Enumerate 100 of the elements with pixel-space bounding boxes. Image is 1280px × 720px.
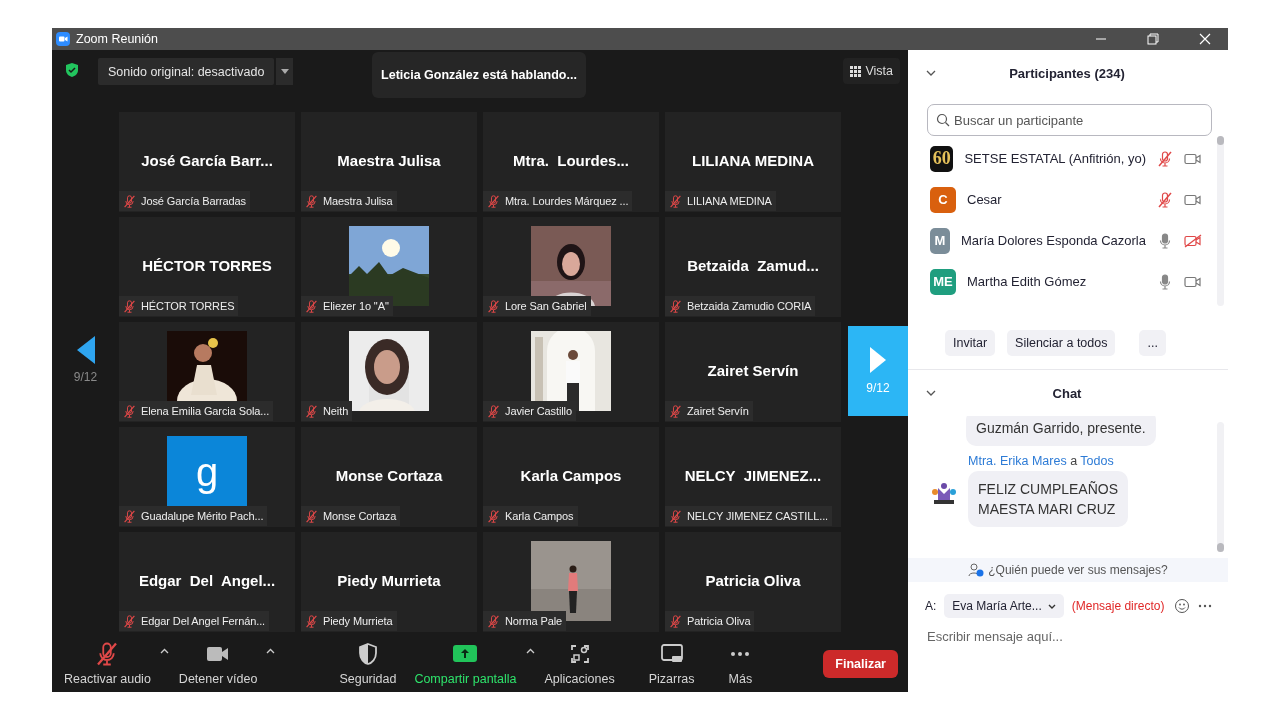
window-title: Zoom Reunión: [76, 32, 159, 46]
view-button[interactable]: Vista: [843, 58, 900, 84]
chat-message: Guzmán Garrido, presente.: [966, 416, 1156, 446]
video-tile[interactable]: Edgar Del Angel... Edgar Del Angel Fernán...: [119, 532, 295, 632]
video-tile[interactable]: Eliezer 1o "A": [301, 217, 477, 317]
video-camera-icon: [1184, 274, 1202, 289]
muted-mic-icon: [123, 299, 136, 313]
participant-label: Monse Cortaza: [323, 510, 397, 522]
muted-mic-icon: [1157, 191, 1173, 208]
video-tile[interactable]: Monse Cortaza Monse Cortaza: [301, 427, 477, 527]
participant-name: Mtra. Lourdes...: [513, 152, 629, 169]
participant-name: Edgar Del Angel...: [138, 572, 276, 589]
video-tile[interactable]: LILIANA MEDINA LILIANA MEDINA: [665, 112, 841, 212]
muted-mic-icon: [305, 614, 318, 628]
search-icon: [936, 113, 950, 127]
video-tile[interactable]: Piedy Murrieta Piedy Murrieta: [301, 532, 477, 632]
video-tile[interactable]: Mtra. Lourdes... Mtra. Lourdes Márquez ...: [483, 112, 659, 212]
participant-row[interactable]: M María Dolores Esponda Cazorla: [930, 220, 1228, 261]
participant-label: Guadalupe Mérito Pach...: [141, 510, 264, 522]
participant-name: SETSE ESTATAL (Anfitrión, yo): [964, 151, 1146, 166]
collapse-chevron-icon[interactable]: [926, 390, 936, 396]
emoji-icon[interactable]: [1174, 598, 1190, 614]
dropdown-button[interactable]: [276, 58, 294, 85]
participant-row[interactable]: ME Martha Edith Gómez: [930, 261, 1228, 302]
panel-button[interactable]: Invitar: [945, 329, 996, 356]
toolbar-button[interactable]: Pizarras: [642, 642, 701, 686]
close-icon[interactable]: [1199, 33, 1211, 45]
caret-icon[interactable]: [266, 648, 276, 654]
avatar: C: [930, 186, 956, 213]
toolbar-button[interactable]: Más: [722, 642, 759, 686]
participant-label: LILIANA MEDINA: [687, 195, 772, 207]
people-icon: [968, 563, 985, 577]
panel-button[interactable]: ...: [1139, 329, 1166, 356]
muted-mic-icon: [305, 404, 318, 418]
participant-label: Piedy Murrieta: [323, 615, 393, 627]
panel-button[interactable]: Silenciar a todos: [1007, 329, 1116, 356]
video-tile[interactable]: José García Barr... José García Barradas: [119, 112, 295, 212]
avatar: ME: [930, 268, 956, 295]
privacy-notice[interactable]: ¿Quién puede ver sus mensajes?: [908, 558, 1228, 582]
previous-page-icon[interactable]: [76, 336, 95, 364]
video-tile[interactable]: Norma Pale: [483, 532, 659, 632]
participant-label: Lore San Gabriel: [505, 300, 587, 312]
participant-name: Betzaida Zamud...: [687, 257, 819, 274]
caret-icon[interactable]: [159, 648, 169, 654]
muted-mic-icon: [669, 404, 682, 418]
participant-label: NELCY JIMENEZ CASTILL...: [687, 510, 829, 522]
video-tile[interactable]: Lore San Gabriel: [483, 217, 659, 317]
muted-mic-icon: [305, 509, 318, 523]
video-tile[interactable]: Zairet Servín Zairet Servín: [665, 322, 841, 422]
avatar: 60: [930, 145, 954, 172]
restore-icon[interactable]: [1147, 33, 1159, 45]
panel-title: Chat: [1051, 385, 1083, 401]
participant-row[interactable]: C Cesar: [930, 179, 1228, 220]
video-tile[interactable]: NELCY JIMENEZ... NELCY JIMENEZ CASTILL...: [665, 427, 841, 527]
muted-mic-icon: [487, 509, 500, 523]
participant-name: Maestra Julisa: [337, 152, 441, 169]
collapse-chevron-icon[interactable]: [926, 70, 936, 76]
participant-label: José García Barradas: [141, 195, 246, 207]
toolbar-button[interactable]: Compartir pantalla: [408, 642, 523, 686]
chevron-icon: [1047, 603, 1056, 609]
camera-logo-icon: [56, 32, 70, 46]
scrollbar[interactable]: [1217, 422, 1224, 552]
muted-mic-icon: [123, 404, 136, 418]
video-tile[interactable]: Patricia Oliva Patricia Oliva: [665, 532, 841, 632]
participant-row[interactable]: 60 SETSE ESTATAL (Anfitrión, yo): [930, 138, 1228, 179]
original-sound-button[interactable]: Sonido original: desactivado: [98, 58, 275, 85]
search-field[interactable]: Buscar un participante: [927, 104, 1212, 136]
participant-label: Elena Emilia Garcia Sola...: [141, 405, 270, 417]
video-tile[interactable]: HÉCTOR TORRES HÉCTOR TORRES: [119, 217, 295, 317]
video-tile[interactable]: Javier Castillo: [483, 322, 659, 422]
caret-icon[interactable]: [525, 648, 535, 654]
video-tile[interactable]: Neith: [301, 322, 477, 422]
toolbar-button[interactable]: Seguridad: [333, 642, 403, 686]
muted-mic-icon: [669, 614, 682, 628]
video-tile[interactable]: g Guadalupe Mérito Pach...: [119, 427, 295, 527]
participant-name: José García Barr...: [141, 152, 273, 169]
grid-icon: [850, 65, 862, 77]
video-tile[interactable]: Karla Campos Karla Campos: [483, 427, 659, 527]
video-tile[interactable]: Maestra Julisa Maestra Julisa: [301, 112, 477, 212]
participant-label: Javier Castillo: [505, 405, 572, 417]
avatar: M: [930, 227, 950, 254]
muted-mic-icon: [123, 614, 136, 628]
more-icon: [731, 652, 750, 656]
toolbar-button[interactable]: Aplicaciones: [538, 642, 621, 686]
more-icon[interactable]: [1198, 604, 1212, 608]
recipient-dropdown[interactable]: Eva María Arte...: [944, 594, 1064, 618]
end-meeting-button[interactable]: Finalizar: [823, 650, 898, 678]
caret-icon: [280, 69, 289, 74]
participant-label: Eliezer 1o "A": [323, 300, 389, 312]
chat-message: FELIZ CUMPLEAÑOS MAESTA MARI CRUZ: [968, 471, 1129, 527]
minimize-icon[interactable]: [1095, 38, 1107, 40]
panel-title: Participantes (234): [1008, 65, 1126, 81]
participant-label: Patricia Oliva: [687, 615, 751, 627]
scrollbar[interactable]: [1217, 136, 1224, 306]
muted-mic-icon: [669, 509, 682, 523]
video-tile[interactable]: Betzaida Zamud... Betzaida Zamudio CORIA: [665, 217, 841, 317]
toolbar-button[interactable]: Detener vídeo: [172, 642, 264, 686]
toolbar-button[interactable]: Reactivar audio: [58, 642, 157, 686]
participant-name: LILIANA MEDINA: [692, 152, 814, 169]
video-tile[interactable]: Elena Emilia Garcia Sola...: [119, 322, 295, 422]
